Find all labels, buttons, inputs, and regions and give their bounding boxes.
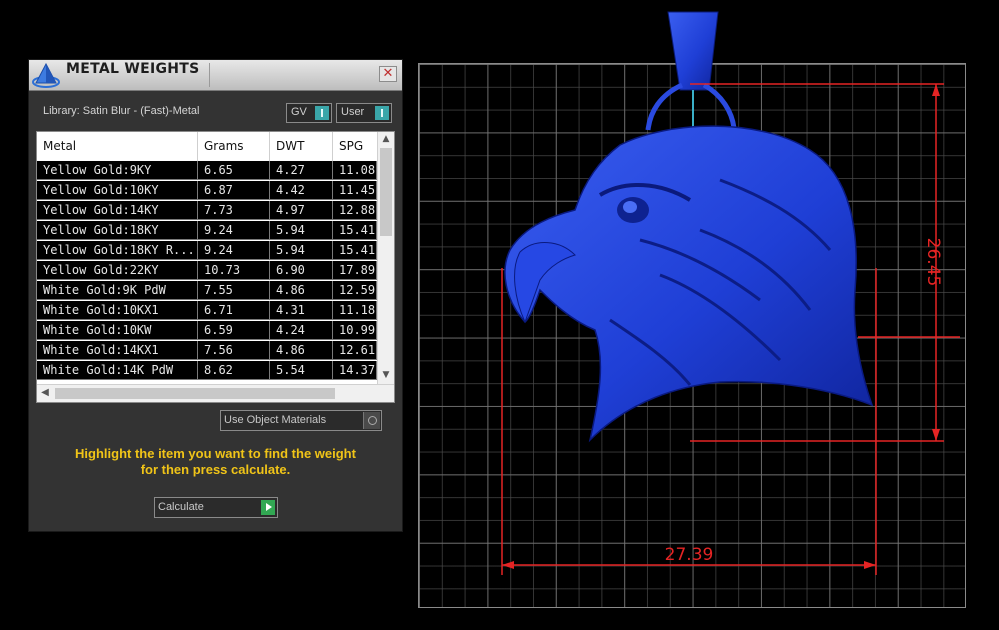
pendant-bail bbox=[645, 11, 737, 131]
viewport-scene: 26.45 27.39 bbox=[501, 11, 960, 575]
width-dimension-label: 27.39 bbox=[665, 545, 714, 565]
eagle-head-model bbox=[504, 125, 874, 443]
height-dimension-label: 26.45 bbox=[923, 238, 943, 287]
